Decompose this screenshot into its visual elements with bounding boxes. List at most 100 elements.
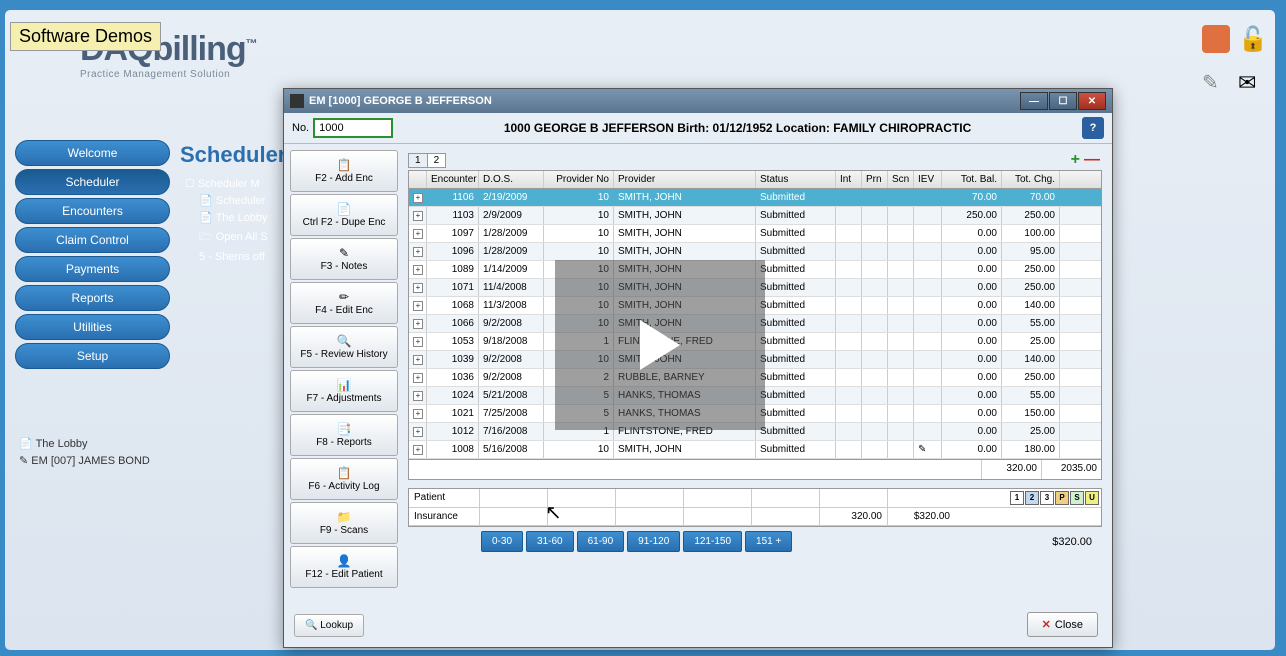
expand-icon[interactable]: +	[413, 193, 423, 203]
col-tot-chg[interactable]: Tot. Chg.	[1002, 171, 1060, 188]
nav-utilities[interactable]: Utilities	[15, 314, 170, 340]
badge-1[interactable]: 1	[1010, 491, 1024, 505]
table-row[interactable]: +10217/25/20085HANKS, THOMASSubmitted0.0…	[409, 405, 1101, 423]
remove-icon[interactable]: —	[1084, 151, 1100, 169]
side-btn-f6-activity-log[interactable]: 📋F6 - Activity Log	[290, 458, 398, 500]
table-row[interactable]: +10127/16/20081FLINTSTONE, FREDSubmitted…	[409, 423, 1101, 441]
tab-1[interactable]: 1	[408, 153, 428, 168]
expand-icon[interactable]: +	[413, 445, 423, 455]
table-row[interactable]: +10971/28/200910SMITH, JOHNSubmitted0.00…	[409, 225, 1101, 243]
col-provider-no[interactable]: Provider No	[544, 171, 614, 188]
summary-insurance-label: Insurance	[409, 508, 479, 525]
side-btn-ctrl-f2-dupe-enc[interactable]: 📄Ctrl F2 - Dupe Enc	[290, 194, 398, 236]
tree-root[interactable]: ☐ Scheduler M	[185, 175, 268, 192]
expand-icon[interactable]: +	[413, 337, 423, 347]
side-btn-f9-scans[interactable]: 📁F9 - Scans	[290, 502, 398, 544]
table-row[interactable]: +10539/18/20081FLINTSTONE, FREDSubmitted…	[409, 333, 1101, 351]
expand-icon[interactable]: +	[413, 229, 423, 239]
table-row[interactable]: +10891/14/200910SMITH, JOHNSubmitted0.00…	[409, 261, 1101, 279]
side-btn-f7-adjustments[interactable]: 📊F7 - Adjustments	[290, 370, 398, 412]
table-row[interactable]: +11032/9/200910SMITH, JOHNSubmitted250.0…	[409, 207, 1101, 225]
lookup-button[interactable]: 🔍 Lookup	[294, 614, 364, 637]
pen-icon[interactable]: ✎	[1202, 70, 1230, 98]
aging-btn-0-30[interactable]: 0-30	[481, 531, 523, 552]
badge-2[interactable]: 2	[1025, 491, 1039, 505]
help-button[interactable]: ?	[1082, 117, 1104, 139]
aging-btn-31-60[interactable]: 31-60	[526, 531, 574, 552]
table-row[interactable]: +10399/2/200810SMITH, JOHNSubmitted0.001…	[409, 351, 1101, 369]
modal-titlebar[interactable]: EM [1000] GEORGE B JEFFERSON — ☐ ✕	[284, 89, 1112, 113]
nav-scheduler[interactable]: Scheduler	[15, 169, 170, 195]
expand-icon[interactable]: +	[413, 355, 423, 365]
add-icon[interactable]: +	[1071, 151, 1080, 169]
col-prn[interactable]: Prn	[862, 171, 888, 188]
side-btn-f12-edit-patient[interactable]: 👤F12 - Edit Patient	[290, 546, 398, 588]
table-row[interactable]: +10245/21/20085HANKS, THOMASSubmitted0.0…	[409, 387, 1101, 405]
tree-item[interactable]: 5 - Sherris off	[185, 249, 268, 265]
mail-icon[interactable]: ✉	[1238, 70, 1266, 98]
help-icon[interactable]	[1202, 25, 1230, 53]
summary-table: Patient 1 2 3 P S U Insurance	[408, 488, 1102, 527]
side-btn-f8-reports[interactable]: 📑F8 - Reports	[290, 414, 398, 456]
side-btn-f5-review-history[interactable]: 🔍F5 - Review History	[290, 326, 398, 368]
col-status[interactable]: Status	[756, 171, 836, 188]
table-row[interactable]: +106811/3/200810SMITH, JOHNSubmitted0.00…	[409, 297, 1101, 315]
no-input[interactable]	[313, 118, 393, 138]
aging-btn-151-[interactable]: 151 +	[745, 531, 792, 552]
nav-encounters[interactable]: Encounters	[15, 198, 170, 224]
expand-icon[interactable]: +	[413, 301, 423, 311]
tab-2[interactable]: 2	[427, 153, 447, 168]
maximize-button[interactable]: ☐	[1049, 92, 1077, 110]
no-label: No.	[292, 122, 309, 134]
total-balance: 320.00	[981, 460, 1041, 479]
nav-claim-control[interactable]: Claim Control	[15, 227, 170, 253]
badge-p[interactable]: P	[1055, 491, 1069, 505]
nav-payments[interactable]: Payments	[15, 256, 170, 282]
expand-icon[interactable]: +	[413, 247, 423, 257]
col-provider[interactable]: Provider	[614, 171, 756, 188]
lock-icon[interactable]: 🔓	[1238, 25, 1266, 53]
expand-icon[interactable]: +	[413, 391, 423, 401]
button-icon: 📊	[337, 378, 352, 392]
tree-item[interactable]: 🗁 Open All S	[185, 226, 268, 249]
tree-item[interactable]: 📄 Scheduler	[185, 192, 268, 209]
badge-3[interactable]: 3	[1040, 491, 1054, 505]
table-row[interactable]: +10961/28/200910SMITH, JOHNSubmitted0.00…	[409, 243, 1101, 261]
col-int[interactable]: Int	[836, 171, 862, 188]
table-row[interactable]: +107111/4/200810SMITH, JOHNSubmitted0.00…	[409, 279, 1101, 297]
total-charge: 2035.00	[1041, 460, 1101, 479]
col-dos[interactable]: D.O.S.	[479, 171, 544, 188]
window-close-button[interactable]: ✕	[1078, 92, 1106, 110]
side-btn-f4-edit-enc[interactable]: ✏F4 - Edit Enc	[290, 282, 398, 324]
aging-btn-91-120[interactable]: 91-120	[627, 531, 680, 552]
table-row[interactable]: +10369/2/20082RUBBLE, BARNEYSubmitted0.0…	[409, 369, 1101, 387]
col-tot-bal[interactable]: Tot. Bal.	[942, 171, 1002, 188]
tree-item[interactable]: 📄 The Lobby	[185, 209, 268, 226]
expand-icon[interactable]: +	[413, 319, 423, 329]
expand-icon[interactable]: +	[413, 427, 423, 437]
side-btn-f3-notes[interactable]: ✎F3 - Notes	[290, 238, 398, 280]
nav-reports[interactable]: Reports	[15, 285, 170, 311]
badge-s[interactable]: S	[1070, 491, 1084, 505]
expand-icon[interactable]: +	[413, 409, 423, 419]
expand-icon[interactable]: +	[413, 283, 423, 293]
expand-icon[interactable]: +	[413, 211, 423, 221]
table-row[interactable]: +10669/2/200810SMITH, JOHNSubmitted0.005…	[409, 315, 1101, 333]
nav-welcome[interactable]: Welcome	[15, 140, 170, 166]
col-encounter[interactable]: Encounter	[427, 171, 479, 188]
close-button[interactable]: ✕ Close	[1027, 612, 1098, 637]
table-row[interactable]: +10085/16/200810SMITH, JOHNSubmitted✎0.0…	[409, 441, 1101, 459]
open-window-item[interactable]: ✎ EM [007] JAMES BOND	[15, 452, 185, 469]
aging-btn-61-90[interactable]: 61-90	[577, 531, 625, 552]
minimize-button[interactable]: —	[1020, 92, 1048, 110]
aging-btn-121-150[interactable]: 121-150	[683, 531, 742, 552]
badge-u[interactable]: U	[1085, 491, 1099, 505]
nav-setup[interactable]: Setup	[15, 343, 170, 369]
open-window-item[interactable]: 📄 The Lobby	[15, 435, 185, 452]
expand-icon[interactable]: +	[413, 373, 423, 383]
expand-icon[interactable]: +	[413, 265, 423, 275]
col-scn[interactable]: Scn	[888, 171, 914, 188]
col-iev[interactable]: IEV	[914, 171, 942, 188]
table-row[interactable]: +11062/19/200910SMITH, JOHNSubmitted70.0…	[409, 189, 1101, 207]
side-btn-f2-add-enc[interactable]: 📋F2 - Add Enc	[290, 150, 398, 192]
